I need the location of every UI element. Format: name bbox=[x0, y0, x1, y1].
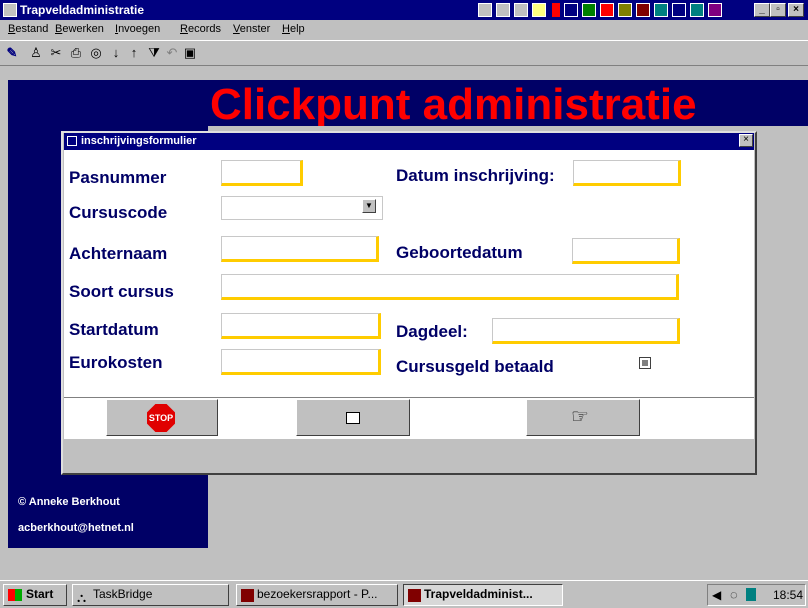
task-label: TaskBridge bbox=[93, 587, 153, 601]
email-text: acberkhout@hetnet.nl bbox=[18, 522, 134, 534]
word-icon[interactable] bbox=[564, 3, 578, 17]
minimize-icon[interactable]: _ bbox=[754, 3, 770, 17]
filter-icon[interactable]: ⧩ bbox=[146, 45, 162, 61]
explorer-icon[interactable] bbox=[672, 3, 686, 17]
network-icon[interactable]: ◌ bbox=[730, 587, 738, 602]
pasnummer-field[interactable] bbox=[221, 160, 303, 186]
access-report-icon bbox=[241, 589, 254, 602]
window-title: Trapveldadministratie bbox=[20, 3, 145, 17]
label-datum-inschrijving: Datum inschrijving: bbox=[396, 166, 555, 185]
clock: 18:54 bbox=[773, 588, 804, 602]
taskbridge-icon: ⛬ bbox=[77, 590, 87, 605]
label-cursusgeld-betaald: Cursusgeld betaald bbox=[396, 357, 554, 376]
language-icon[interactable] bbox=[746, 588, 756, 601]
volume-icon[interactable]: ◀ bbox=[712, 588, 721, 602]
notes-icon[interactable] bbox=[532, 3, 546, 17]
windows-logo-icon bbox=[8, 589, 22, 601]
label-cursuscode: Cursuscode bbox=[69, 203, 168, 222]
form-view-button[interactable] bbox=[296, 399, 410, 436]
dagdeel-field[interactable] bbox=[492, 318, 680, 344]
stop-icon: STOP bbox=[147, 404, 175, 432]
print-preview-icon[interactable]: ♙ bbox=[28, 45, 44, 61]
powerpoint-icon[interactable] bbox=[600, 3, 614, 17]
menu-venster[interactable]: Venster bbox=[233, 23, 270, 35]
cursuscode-combo[interactable]: ▼ bbox=[221, 196, 383, 220]
office-shortcut-icon[interactable] bbox=[478, 3, 492, 17]
title-bar: Trapveldadministratie _ ▫ × bbox=[0, 0, 808, 20]
cut-icon[interactable]: ✂ bbox=[48, 45, 64, 61]
sort-ascending-icon[interactable]: ↓ bbox=[108, 45, 124, 61]
label-achternaam: Achternaam bbox=[69, 244, 168, 263]
excel-icon[interactable] bbox=[582, 3, 596, 17]
taskbar-separator-icon bbox=[552, 3, 560, 17]
label-pasnummer: Pasnummer bbox=[69, 168, 167, 187]
sort-descending-icon[interactable]: ↑ bbox=[126, 45, 142, 61]
startdatum-field[interactable] bbox=[221, 313, 381, 339]
menu-bestand[interactable]: Bestand bbox=[8, 23, 48, 35]
dialog-close-icon[interactable]: × bbox=[739, 134, 753, 147]
task-bezoekersrapport[interactable]: bezoekersrapport - P... bbox=[236, 584, 398, 606]
menu-help[interactable]: Help bbox=[282, 23, 305, 35]
access-icon[interactable] bbox=[636, 3, 650, 17]
pointing-hand-icon: ☞ bbox=[571, 406, 589, 428]
label-soort-cursus: Soort cursus bbox=[69, 282, 174, 301]
form-icon bbox=[67, 136, 77, 146]
cursusgeld-betaald-checkbox[interactable] bbox=[639, 357, 651, 369]
view-icon[interactable]: ✎ bbox=[4, 45, 20, 61]
menu-records[interactable]: Records bbox=[180, 23, 221, 35]
dialog-title: inschrijvingsformulier bbox=[81, 135, 197, 147]
photo-editor-icon[interactable] bbox=[708, 3, 722, 17]
label-geboortedatum: Geboortedatum bbox=[396, 243, 523, 262]
calendar-icon[interactable] bbox=[514, 3, 528, 17]
publisher-icon[interactable] bbox=[690, 3, 704, 17]
label-eurokosten: Eurokosten bbox=[69, 353, 163, 372]
access-app-icon bbox=[408, 589, 421, 602]
menu-bar: Bestand Bewerken Invoegen Records Venste… bbox=[0, 20, 808, 40]
menu-invoegen[interactable]: Invoegen bbox=[115, 23, 160, 35]
soort-cursus-field[interactable] bbox=[221, 274, 679, 300]
next-button[interactable]: ☞ bbox=[526, 399, 640, 436]
database-window-icon[interactable]: ▣ bbox=[182, 45, 198, 61]
stop-button[interactable]: STOP bbox=[106, 399, 218, 436]
copyright-text: © Anneke Berkhout bbox=[18, 496, 120, 508]
menu-bewerken[interactable]: Bewerken bbox=[55, 23, 104, 35]
label-dagdeel: Dagdeel: bbox=[396, 322, 468, 341]
undo-icon[interactable]: ↶ bbox=[164, 45, 180, 61]
start-button[interactable]: Start bbox=[3, 584, 67, 606]
task-label: bezoekersrapport - P... bbox=[257, 587, 378, 601]
close-icon[interactable]: × bbox=[788, 3, 804, 17]
printer-icon[interactable]: ⎙ bbox=[68, 45, 84, 61]
mail-icon[interactable] bbox=[496, 3, 510, 17]
task-taskbridge[interactable]: ⛬ TaskBridge bbox=[72, 584, 229, 606]
find-icon[interactable]: ◎ bbox=[88, 45, 104, 61]
app-icon[interactable] bbox=[3, 3, 17, 17]
binder-icon[interactable] bbox=[654, 3, 668, 17]
page-title: Clickpunt administratie bbox=[210, 80, 697, 126]
chevron-down-icon[interactable]: ▼ bbox=[362, 199, 376, 213]
start-label: Start bbox=[26, 587, 54, 601]
task-trapveldadministratie[interactable]: Trapveldadminist... bbox=[403, 584, 563, 606]
task-label: Trapveldadminist... bbox=[424, 587, 533, 601]
outlook-icon[interactable] bbox=[618, 3, 632, 17]
eurokosten-field[interactable] bbox=[221, 349, 381, 375]
restore-icon[interactable]: ▫ bbox=[770, 3, 786, 17]
form-view-icon bbox=[346, 412, 360, 424]
achternaam-field[interactable] bbox=[221, 236, 379, 262]
label-startdatum: Startdatum bbox=[69, 320, 159, 339]
geboortedatum-field[interactable] bbox=[572, 238, 680, 264]
datum-inschrijving-field[interactable] bbox=[573, 160, 681, 186]
toolbar: ✎ ♙ ✂ ⎙ ◎ ↓ ↑ ⧩ ↶ ▣ bbox=[0, 40, 808, 66]
